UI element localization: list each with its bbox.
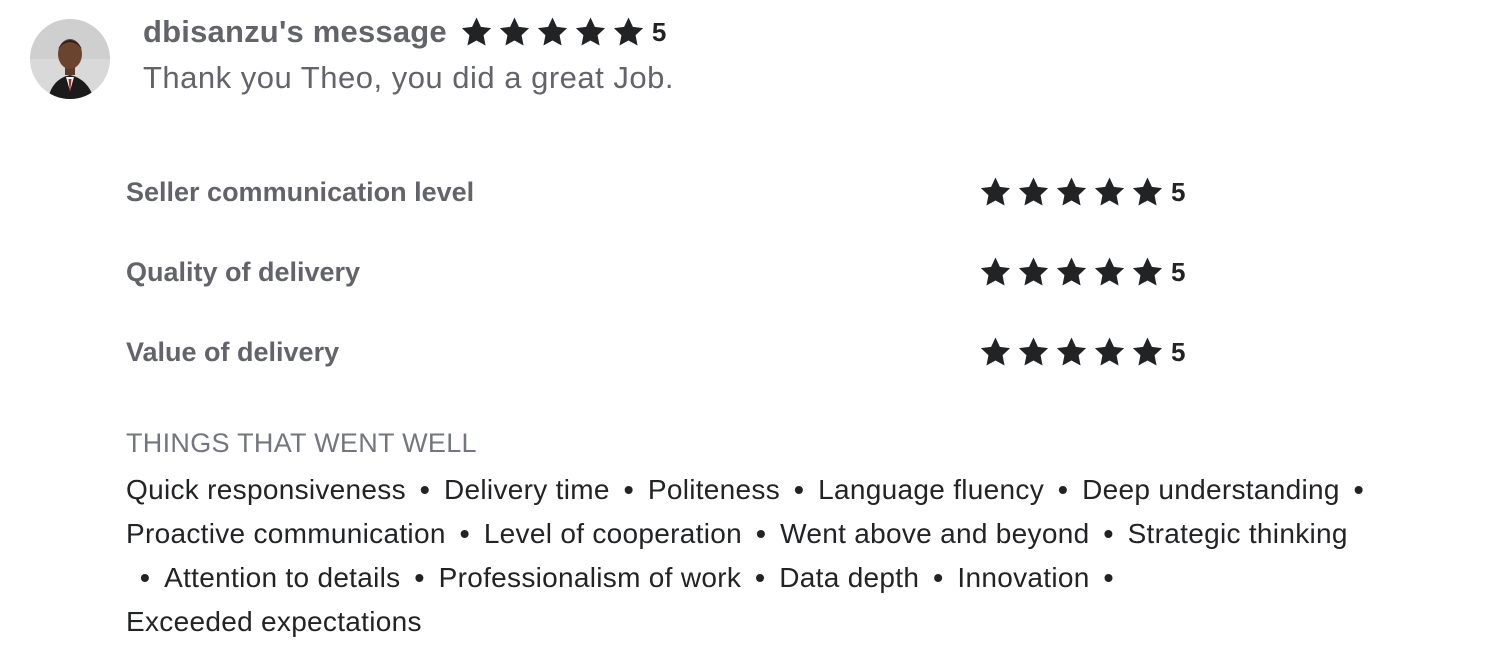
tag-item: Went above and beyond <box>780 518 1090 549</box>
tag-item: Proactive communication <box>126 518 446 549</box>
rating-stars: 5 <box>978 252 1185 292</box>
star-icon <box>1018 177 1049 206</box>
tag-item: Strategic thinking <box>1127 518 1348 549</box>
tag-item: Data depth <box>779 562 920 593</box>
rating-row-value: Value of delivery 5 <box>126 332 1206 372</box>
tag-separator: • <box>459 518 470 549</box>
star-icon <box>1056 337 1087 366</box>
avatar-photo <box>30 19 110 99</box>
went-well-tags: Quick responsiveness • Delivery time • Polit… <box>126 468 1456 644</box>
overall-score: 5 <box>651 16 667 47</box>
rating-score: 5 <box>1171 176 1186 207</box>
star-icon <box>575 17 605 46</box>
tag-item: Quick responsiveness <box>126 474 406 505</box>
went-well-heading: THINGS THAT WENT WELL <box>126 428 477 458</box>
rating-row-quality: Quality of delivery 5 <box>126 252 1206 292</box>
tag-separator: • <box>1058 474 1069 505</box>
review-header: dbisanzu's message 5 <box>143 12 666 52</box>
tag-separator: • <box>933 562 944 593</box>
star-icon <box>980 177 1011 206</box>
tag-item: Innovation <box>957 562 1090 593</box>
star-icon <box>1094 177 1125 206</box>
rating-label: Value of delivery <box>126 337 340 367</box>
review-message: Thank you Theo, you did a great Job. <box>143 60 674 95</box>
rating-row-communication: Seller communication level 5 <box>126 172 1206 212</box>
tag-item: Level of cooperation <box>483 518 742 549</box>
tag-item: Delivery time <box>444 474 610 505</box>
rating-label: Seller communication level <box>126 177 475 207</box>
overall-rating-stars: 5 <box>459 15 666 49</box>
tag-item: Language fluency <box>818 474 1045 505</box>
rating-stars: 5 <box>978 332 1185 372</box>
star-icon <box>980 257 1011 286</box>
tag-item: Exceeded expectations <box>126 606 422 637</box>
tag-separator: • <box>756 518 767 549</box>
star-icon <box>1018 337 1049 366</box>
reviewer-avatar[interactable] <box>30 19 110 99</box>
tag-item: Attention to details <box>164 562 401 593</box>
star-icon <box>1056 257 1087 286</box>
star-icon <box>537 17 567 46</box>
star-icon <box>461 17 491 46</box>
tag-separator: • <box>794 474 805 505</box>
tag-separator: • <box>1353 474 1364 505</box>
star-icon <box>1132 337 1163 366</box>
tag-separator: • <box>140 562 151 593</box>
tag-item: Professionalism of work <box>438 562 742 593</box>
star-icon <box>613 17 643 46</box>
tag-item: Politeness <box>647 474 781 505</box>
rating-label: Quality of delivery <box>126 257 361 287</box>
rating-score: 5 <box>1171 336 1186 367</box>
rating-score: 5 <box>1171 256 1186 287</box>
star-icon <box>1094 337 1125 366</box>
tag-separator: • <box>755 562 766 593</box>
star-icon <box>1094 257 1125 286</box>
tag-separator: • <box>1103 562 1114 593</box>
star-icon <box>1132 177 1163 206</box>
star-icon <box>1056 177 1087 206</box>
star-icon <box>980 337 1011 366</box>
tag-separator: • <box>1103 518 1114 549</box>
tag-separator: • <box>414 562 425 593</box>
rating-stars: 5 <box>978 172 1185 212</box>
tag-separator: • <box>419 474 431 505</box>
reviewer-username[interactable]: dbisanzu's message <box>143 14 447 50</box>
tag-item: Deep understanding <box>1082 474 1340 505</box>
star-icon <box>499 17 529 46</box>
tag-separator: • <box>623 474 634 505</box>
star-icon <box>1018 257 1049 286</box>
star-icon <box>1132 257 1163 286</box>
